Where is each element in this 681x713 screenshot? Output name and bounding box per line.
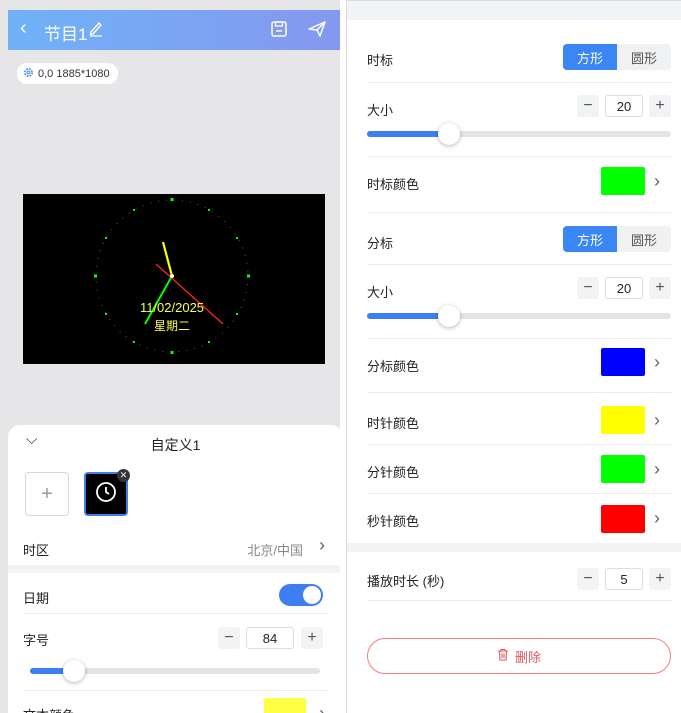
hour-mark-label: 时标	[367, 53, 394, 68]
row-divider	[367, 392, 672, 393]
hour-size-slider-fill	[367, 131, 450, 137]
right-panel: 时标 方形 圆形 大小 − 20 + 时标颜色 › 分标 方形 圆形 大小 − …	[346, 0, 681, 713]
row-divider	[367, 156, 672, 157]
chevron-right-icon[interactable]: ›	[319, 703, 325, 713]
minute-hand-color-label: 分针颜色	[367, 465, 420, 480]
hour-mark-color-swatch[interactable]	[601, 167, 645, 195]
chevron-right-icon[interactable]: ›	[654, 508, 660, 529]
row-divider	[367, 493, 672, 494]
add-widget-button[interactable]: +	[25, 472, 69, 516]
program-preview[interactable]: 11/02/2025 星期二	[23, 194, 325, 364]
minute-size-slider-thumb[interactable]	[438, 305, 461, 327]
minute-size-increase-button[interactable]: +	[649, 277, 671, 299]
timezone-label: 时区	[23, 543, 50, 558]
hour-size-label: 大小	[367, 103, 394, 118]
hour-mark-color-label: 时标颜色	[367, 177, 420, 192]
minute-size-slider-fill	[367, 313, 450, 319]
hour-hand-color-swatch[interactable]	[601, 406, 645, 434]
trash-icon	[497, 648, 509, 664]
second-hand-color-label: 秒针颜色	[367, 514, 420, 529]
minute-hand-color-swatch[interactable]	[601, 455, 645, 483]
minute-mark-option-circle[interactable]: 圆形	[617, 226, 671, 252]
preview-weekday: 星期二	[154, 319, 190, 333]
font-size-increase-button[interactable]: +	[301, 627, 323, 649]
top-band	[347, 0, 681, 20]
minute-size-value[interactable]: 20	[605, 277, 643, 299]
hour-hand-color-label: 时针颜色	[367, 416, 420, 431]
font-size-label: 字号	[23, 633, 50, 648]
duration-value[interactable]: 5	[605, 568, 643, 590]
toggle-knob	[303, 586, 321, 604]
row-divider	[367, 82, 672, 83]
text-color-label: 文本颜色	[23, 705, 75, 713]
clock-icon	[94, 480, 118, 509]
minute-size-slider-track[interactable]	[367, 313, 671, 319]
minute-mark-option-square[interactable]: 方形	[563, 226, 617, 252]
section-separator	[347, 543, 681, 552]
minute-size-label: 大小	[367, 285, 394, 300]
row-divider	[367, 338, 672, 339]
preview-date: 11/02/2025	[140, 300, 204, 315]
duration-increase-button[interactable]: +	[649, 568, 671, 590]
minute-mark-shape-selector: 方形 圆形	[563, 226, 671, 252]
row-divider	[23, 690, 328, 691]
pencil-icon[interactable]	[88, 19, 104, 42]
chevron-right-icon[interactable]: ›	[654, 410, 660, 431]
date-toggle[interactable]	[279, 584, 323, 606]
hour-mark-option-circle[interactable]: 圆形	[617, 44, 671, 70]
row-divider	[367, 444, 672, 445]
delete-label: 删除	[514, 649, 541, 665]
hour-size-value[interactable]: 20	[605, 95, 643, 117]
analog-clock: 11/02/2025 星期二	[94, 198, 250, 354]
minute-mark-color-swatch[interactable]	[601, 348, 645, 376]
program-title[interactable]: 节目1	[44, 20, 87, 45]
send-icon[interactable]	[307, 20, 327, 43]
font-size-decrease-button[interactable]: −	[218, 627, 240, 649]
chevron-right-icon[interactable]: ›	[654, 352, 660, 373]
hour-size-slider-thumb[interactable]	[438, 123, 461, 145]
gear-icon	[23, 67, 34, 81]
duration-decrease-button[interactable]: −	[577, 568, 599, 590]
delete-button[interactable]: 删除	[367, 638, 671, 674]
font-size-value[interactable]: 84	[246, 627, 294, 649]
chevron-right-icon[interactable]: ›	[654, 171, 660, 192]
close-icon[interactable]: ✕	[117, 469, 130, 482]
row-divider	[367, 600, 672, 601]
date-label: 日期	[23, 591, 50, 606]
chevron-right-icon[interactable]: ›	[319, 535, 325, 556]
minute-mark-color-label: 分标颜色	[367, 359, 420, 374]
save-icon[interactable]	[270, 20, 288, 43]
hour-mark-option-square[interactable]: 方形	[563, 44, 617, 70]
hour-size-decrease-button[interactable]: −	[577, 95, 599, 117]
left-panel: ‹ 节目1 0,0 1885*1080 11/02/2025 星期二 ⌵ 自定义…	[0, 0, 340, 713]
row-divider	[367, 264, 672, 265]
minute-size-decrease-button[interactable]: −	[577, 277, 599, 299]
text-color-swatch[interactable]	[264, 698, 306, 713]
minute-mark-label: 分标	[367, 236, 394, 251]
bottom-sheet: ⌵ 自定义1 + ✕ 时区 北京/中国 › 日期 字号 − 84 + 文本颜色	[8, 425, 340, 713]
sheet-title: 自定义1	[150, 437, 201, 453]
row-divider	[23, 613, 328, 614]
row-divider	[367, 212, 672, 213]
hour-size-increase-button[interactable]: +	[649, 95, 671, 117]
canvas-info-badge: 0,0 1885*1080	[17, 63, 118, 84]
section-separator	[8, 565, 340, 573]
top-border	[347, 0, 681, 1]
hour-size-slider-track[interactable]	[367, 131, 671, 137]
chevron-right-icon[interactable]: ›	[654, 459, 660, 480]
font-size-slider-thumb[interactable]	[62, 660, 85, 682]
back-icon[interactable]: ‹	[20, 17, 27, 40]
timezone-value[interactable]: 北京/中国	[247, 540, 303, 559]
plus-icon: +	[41, 482, 53, 505]
canvas-info-text: 0,0 1885*1080	[38, 67, 110, 80]
hour-mark-shape-selector: 方形 圆形	[563, 44, 671, 70]
duration-label: 播放时长 (秒)	[367, 574, 445, 589]
top-bar: ‹ 节目1	[8, 10, 340, 50]
second-hand-color-swatch[interactable]	[601, 505, 645, 533]
